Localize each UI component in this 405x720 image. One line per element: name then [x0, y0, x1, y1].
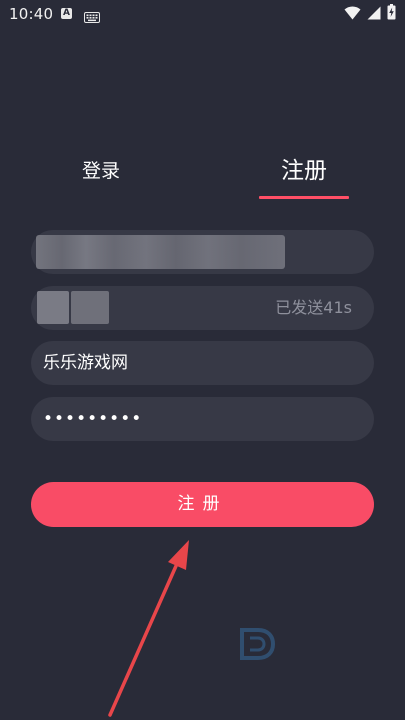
redacted-code-part [71, 291, 109, 324]
register-button[interactable]: 注册 [31, 482, 374, 527]
tab-register[interactable]: 注册 [260, 156, 348, 192]
code-sent-countdown[interactable]: 已发送41s [275, 286, 352, 330]
status-indicators [344, 4, 396, 24]
active-tab-indicator [259, 196, 349, 199]
signal-icon [367, 5, 381, 24]
wifi-icon [344, 5, 361, 24]
redacted-phone-value [36, 235, 285, 269]
password-field[interactable]: ••••••••• [31, 397, 374, 441]
keyboard-icon [84, 8, 100, 27]
phone-field[interactable] [31, 230, 374, 274]
password-value: ••••••••• [43, 409, 143, 429]
nickname-field[interactable]: 乐乐游戏网 [31, 341, 374, 385]
status-time: 10:40 [9, 5, 54, 23]
a-notification-icon: A [61, 8, 72, 19]
verification-code-field[interactable]: 已发送41s [31, 286, 374, 330]
watermark-logo-icon [240, 628, 276, 660]
battery-charging-icon [387, 4, 396, 24]
auth-tabs: 登录 注册 [0, 150, 405, 202]
tab-login[interactable]: 登录 [70, 156, 132, 192]
nickname-value: 乐乐游戏网 [43, 353, 128, 373]
redacted-code-part [37, 291, 69, 324]
status-bar: 10:40 A [0, 0, 405, 30]
